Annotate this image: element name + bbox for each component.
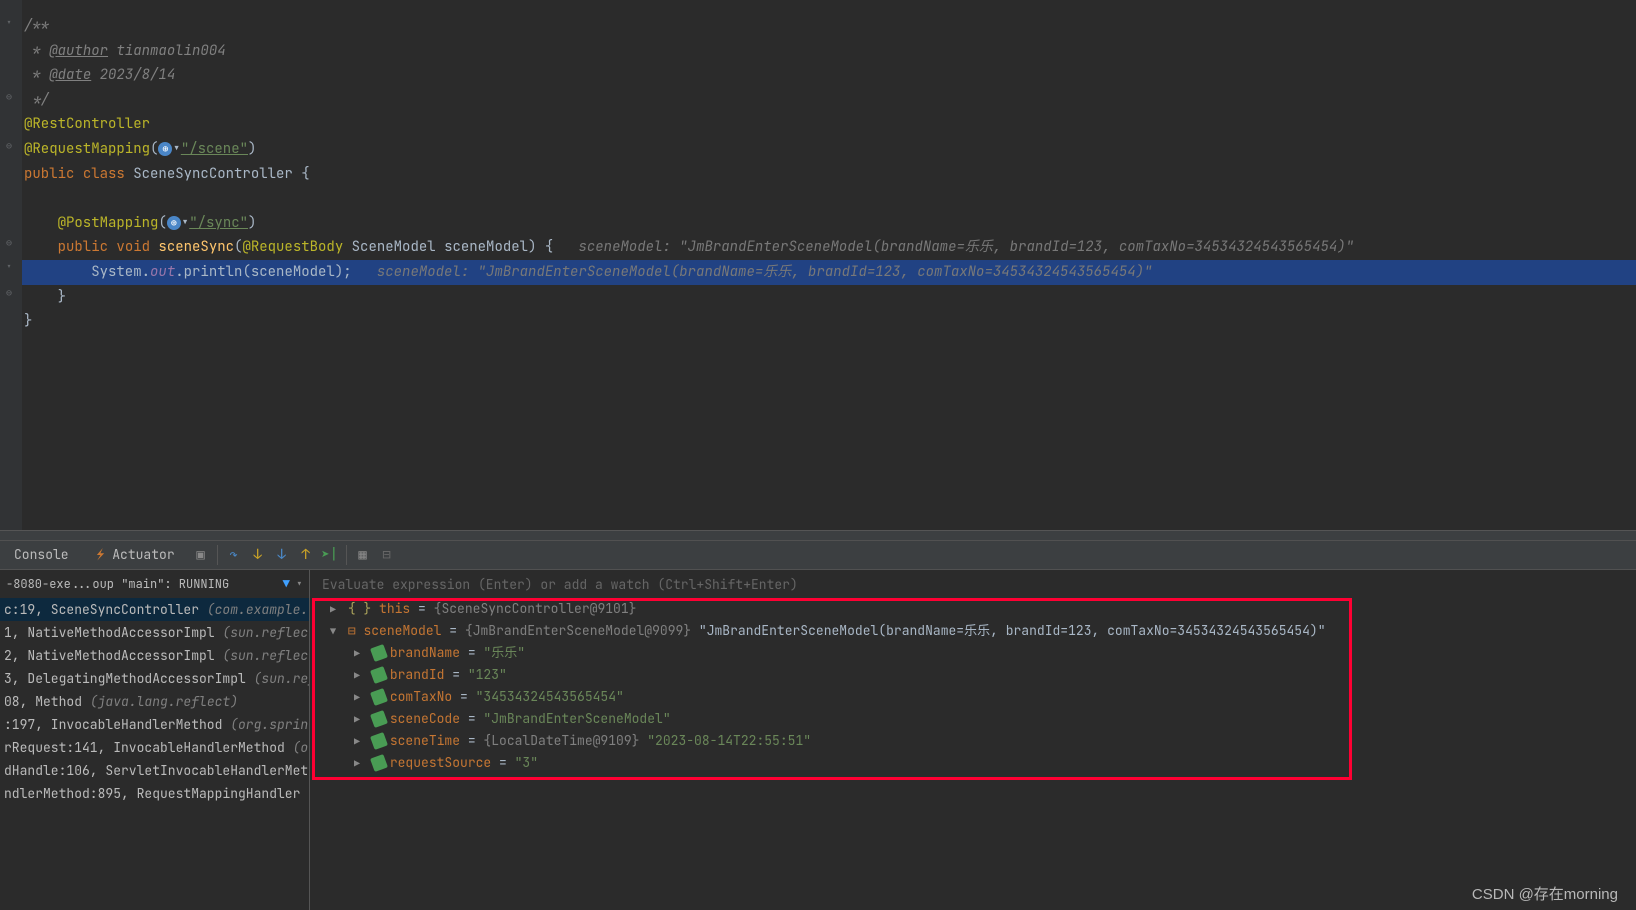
globe-icon: ⊕ xyxy=(158,142,172,156)
code-editor[interactable]: ▾ ⊖ ⊖ ⊖ ▾ ⊖ /** * @author tianmaolin004 … xyxy=(0,0,1636,530)
fold-icon[interactable]: ⊖ xyxy=(6,141,16,151)
tab-actuator[interactable]: ⚡ Actuator xyxy=(83,540,189,570)
stack-frame[interactable]: 3, DelegatingMethodAccessorImpl (sun.ref… xyxy=(0,667,309,690)
stack-frame[interactable]: rRequest:141, InvocableHandlerMethod (or xyxy=(0,736,309,759)
expand-icon[interactable]: ▶ xyxy=(350,731,364,752)
tag-icon xyxy=(370,666,388,684)
evaluate-icon[interactable]: ▦ xyxy=(351,540,375,570)
step-out-icon[interactable]: ↑ xyxy=(294,540,318,570)
step-into-icon[interactable]: ↓ xyxy=(246,540,270,570)
stack-frame[interactable]: 1, NativeMethodAccessorImpl (sun.reflect… xyxy=(0,621,309,644)
debug-panel: -8080-exe...oup "main": RUNNING ▼ ▾ c:19… xyxy=(0,570,1636,910)
fold-icon[interactable]: ⊖ xyxy=(6,238,16,248)
expand-icon[interactable]: ▶ xyxy=(350,753,364,774)
debug-toolbar: Console ⚡ Actuator ▣ ↷ ↓ ↓ ↑ ➤| ▦ ⊟ xyxy=(0,540,1636,570)
variable-field[interactable]: ▶ requestSource = "3" xyxy=(310,752,1636,774)
stack-frame[interactable]: :197, InvocableHandlerMethod (org.spring xyxy=(0,713,309,736)
expand-icon[interactable]: ▶ xyxy=(350,687,364,708)
layout-icon[interactable]: ▣ xyxy=(189,540,213,570)
stack-frame[interactable]: 08, Method (java.lang.reflect) xyxy=(0,690,309,713)
variable-field[interactable]: ▶ sceneCode = "JmBrandEnterSceneModel" xyxy=(310,708,1636,730)
tag-icon xyxy=(370,754,388,772)
tag-icon xyxy=(370,710,388,728)
panel-divider[interactable] xyxy=(0,530,1636,540)
editor-gutter: ▾ ⊖ ⊖ ⊖ ▾ ⊖ xyxy=(0,0,22,530)
expand-icon[interactable]: ▶ xyxy=(350,665,364,686)
variable-field[interactable]: ▶ comTaxNo = "34534324543565454" xyxy=(310,686,1636,708)
stack-frame[interactable]: dHandle:106, ServletInvocableHandlerMet xyxy=(0,759,309,782)
run-to-cursor-icon[interactable]: ➤| xyxy=(318,540,342,570)
variables-panel[interactable]: Evaluate expression (Enter) or add a wat… xyxy=(310,570,1636,910)
variable-sceneModel[interactable]: ▼ ⊟ sceneModel = {JmBrandEnterSceneModel… xyxy=(310,620,1636,642)
variable-field[interactable]: ▶ brandName = "乐乐" xyxy=(310,642,1636,664)
collapse-icon[interactable]: ▼ xyxy=(326,621,340,642)
code-content: /** * @author tianmaolin004 * @date 2023… xyxy=(24,14,1354,334)
dropdown-icon[interactable]: ▾ xyxy=(296,576,303,592)
tab-console[interactable]: Console xyxy=(0,540,83,570)
force-step-into-icon[interactable]: ↓ xyxy=(270,540,294,570)
tag-icon xyxy=(370,732,388,750)
trace-icon[interactable]: ⊟ xyxy=(375,540,399,570)
watermark: CSDN @存在morning xyxy=(1472,883,1618,904)
evaluate-input[interactable]: Evaluate expression (Enter) or add a wat… xyxy=(310,570,1636,598)
fold-icon[interactable]: ⊖ xyxy=(6,288,16,298)
thread-selector[interactable]: -8080-exe...oup "main": RUNNING ▼ ▾ xyxy=(0,570,309,598)
expand-icon[interactable]: ▶ xyxy=(350,643,364,664)
fold-icon[interactable]: ▾ xyxy=(6,18,16,28)
expand-icon[interactable]: ▶ xyxy=(326,599,340,620)
stack-frame[interactable]: c:19, SceneSyncController (com.example.s… xyxy=(0,598,309,621)
variable-field[interactable]: ▶ sceneTime = {LocalDateTime@9109} "2023… xyxy=(310,730,1636,752)
variable-this[interactable]: ▶ { } this = {SceneSyncController@9101} xyxy=(310,598,1636,620)
fold-icon[interactable]: ▾ xyxy=(6,262,16,272)
variable-field[interactable]: ▶ brandId = "123" xyxy=(310,664,1636,686)
filter-icon[interactable]: ▼ xyxy=(283,576,290,592)
frames-panel[interactable]: -8080-exe...oup "main": RUNNING ▼ ▾ c:19… xyxy=(0,570,310,910)
tag-icon xyxy=(370,688,388,706)
step-over-icon[interactable]: ↷ xyxy=(222,540,246,570)
stack-frame[interactable]: ndlerMethod:895, RequestMappingHandler xyxy=(0,782,309,805)
globe-icon: ⊕ xyxy=(167,216,181,230)
expand-icon[interactable]: ▶ xyxy=(350,709,364,730)
tag-icon xyxy=(370,644,388,662)
fold-icon[interactable]: ⊖ xyxy=(6,92,16,102)
stack-frame[interactable]: 2, NativeMethodAccessorImpl (sun.reflect… xyxy=(0,644,309,667)
